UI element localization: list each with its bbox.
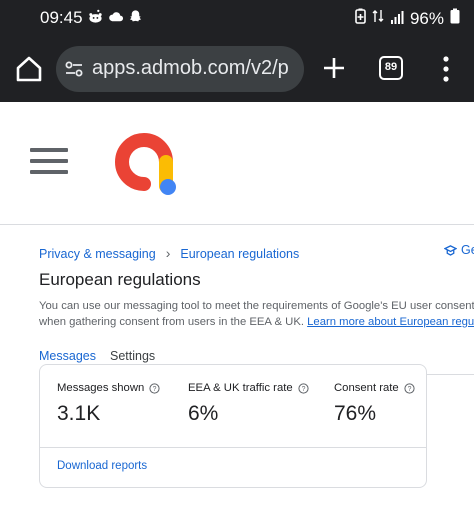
plus-icon (324, 58, 344, 78)
metric-label: Messages shown (57, 382, 145, 394)
svg-text:?: ? (153, 385, 157, 392)
metric-label: Consent rate (334, 382, 399, 394)
home-button[interactable] (14, 54, 44, 84)
cloud-icon (108, 9, 124, 24)
hamburger-menu-icon[interactable] (30, 148, 68, 178)
svg-text:?: ? (301, 385, 305, 392)
chevron-right-icon: › (165, 245, 171, 261)
new-tab-button[interactable] (320, 54, 348, 82)
status-time: 09:45 (40, 8, 83, 27)
app-header (0, 102, 474, 225)
home-icon (16, 56, 42, 82)
metric-value: 76% (334, 402, 377, 425)
description-line-2: when gathering consent from users in the… (39, 316, 304, 328)
help-icon[interactable]: ? (149, 382, 160, 394)
metric-value: 6% (188, 402, 219, 425)
page-description: You can use our messaging tool to meet t… (39, 298, 474, 330)
address-bar[interactable]: apps.admob.com/v2/p (56, 46, 304, 92)
admob-logo[interactable] (110, 128, 182, 200)
battery-saver-icon (355, 8, 366, 29)
browser-menu-button[interactable] (438, 54, 454, 84)
help-icon[interactable]: ? (298, 382, 309, 394)
battery-icon (450, 8, 460, 29)
notification-icons (88, 9, 143, 24)
data-transfer-icon (372, 8, 384, 29)
metric-consent-rate: Consent rate ? 76% (334, 382, 415, 426)
help-icon[interactable]: ? (404, 382, 415, 394)
page-title: European regulations (39, 270, 201, 289)
download-reports-link[interactable]: Download reports (57, 460, 147, 472)
breadcrumb: Privacy & messaging › European regulations (39, 245, 299, 261)
school-icon (444, 244, 457, 256)
learn-more-link[interactable]: Learn more about European regulations (307, 316, 474, 328)
metric-label: EEA & UK traffic rate (188, 382, 293, 394)
breadcrumb-european-regulations[interactable]: European regulations (180, 247, 299, 261)
snapchat-icon (128, 9, 143, 24)
help-link[interactable]: Ge (444, 243, 474, 257)
signal-icon (390, 9, 404, 29)
card-divider (40, 447, 426, 448)
site-settings-icon[interactable] (64, 59, 84, 79)
web-page: Privacy & messaging › European regulations… (0, 102, 474, 513)
metrics-card: Messages shown ? 3.1K EEA & UK traffic r… (39, 364, 427, 488)
description-line-1: You can use our messaging tool to meet t… (39, 300, 474, 312)
more-vert-icon (443, 56, 449, 82)
battery-percentage: 96% (409, 8, 444, 28)
reddit-icon (88, 9, 103, 24)
breadcrumb-privacy-messaging[interactable]: Privacy & messaging (39, 247, 156, 261)
browser-toolbar: apps.admob.com/v2/p 89 (0, 36, 474, 102)
status-right: 96% (355, 8, 460, 29)
metric-traffic-rate: EEA & UK traffic rate ? 6% (188, 382, 309, 426)
svg-text:?: ? (407, 385, 411, 392)
tab-switcher-button[interactable]: 89 (379, 56, 403, 80)
help-link-label[interactable]: Ge (461, 243, 474, 257)
status-bar: 09:45 96% (0, 0, 474, 36)
metric-value: 3.1K (57, 402, 101, 425)
url-text[interactable]: apps.admob.com/v2/p (92, 57, 289, 80)
metric-messages-shown: Messages shown ? 3.1K (57, 382, 160, 426)
